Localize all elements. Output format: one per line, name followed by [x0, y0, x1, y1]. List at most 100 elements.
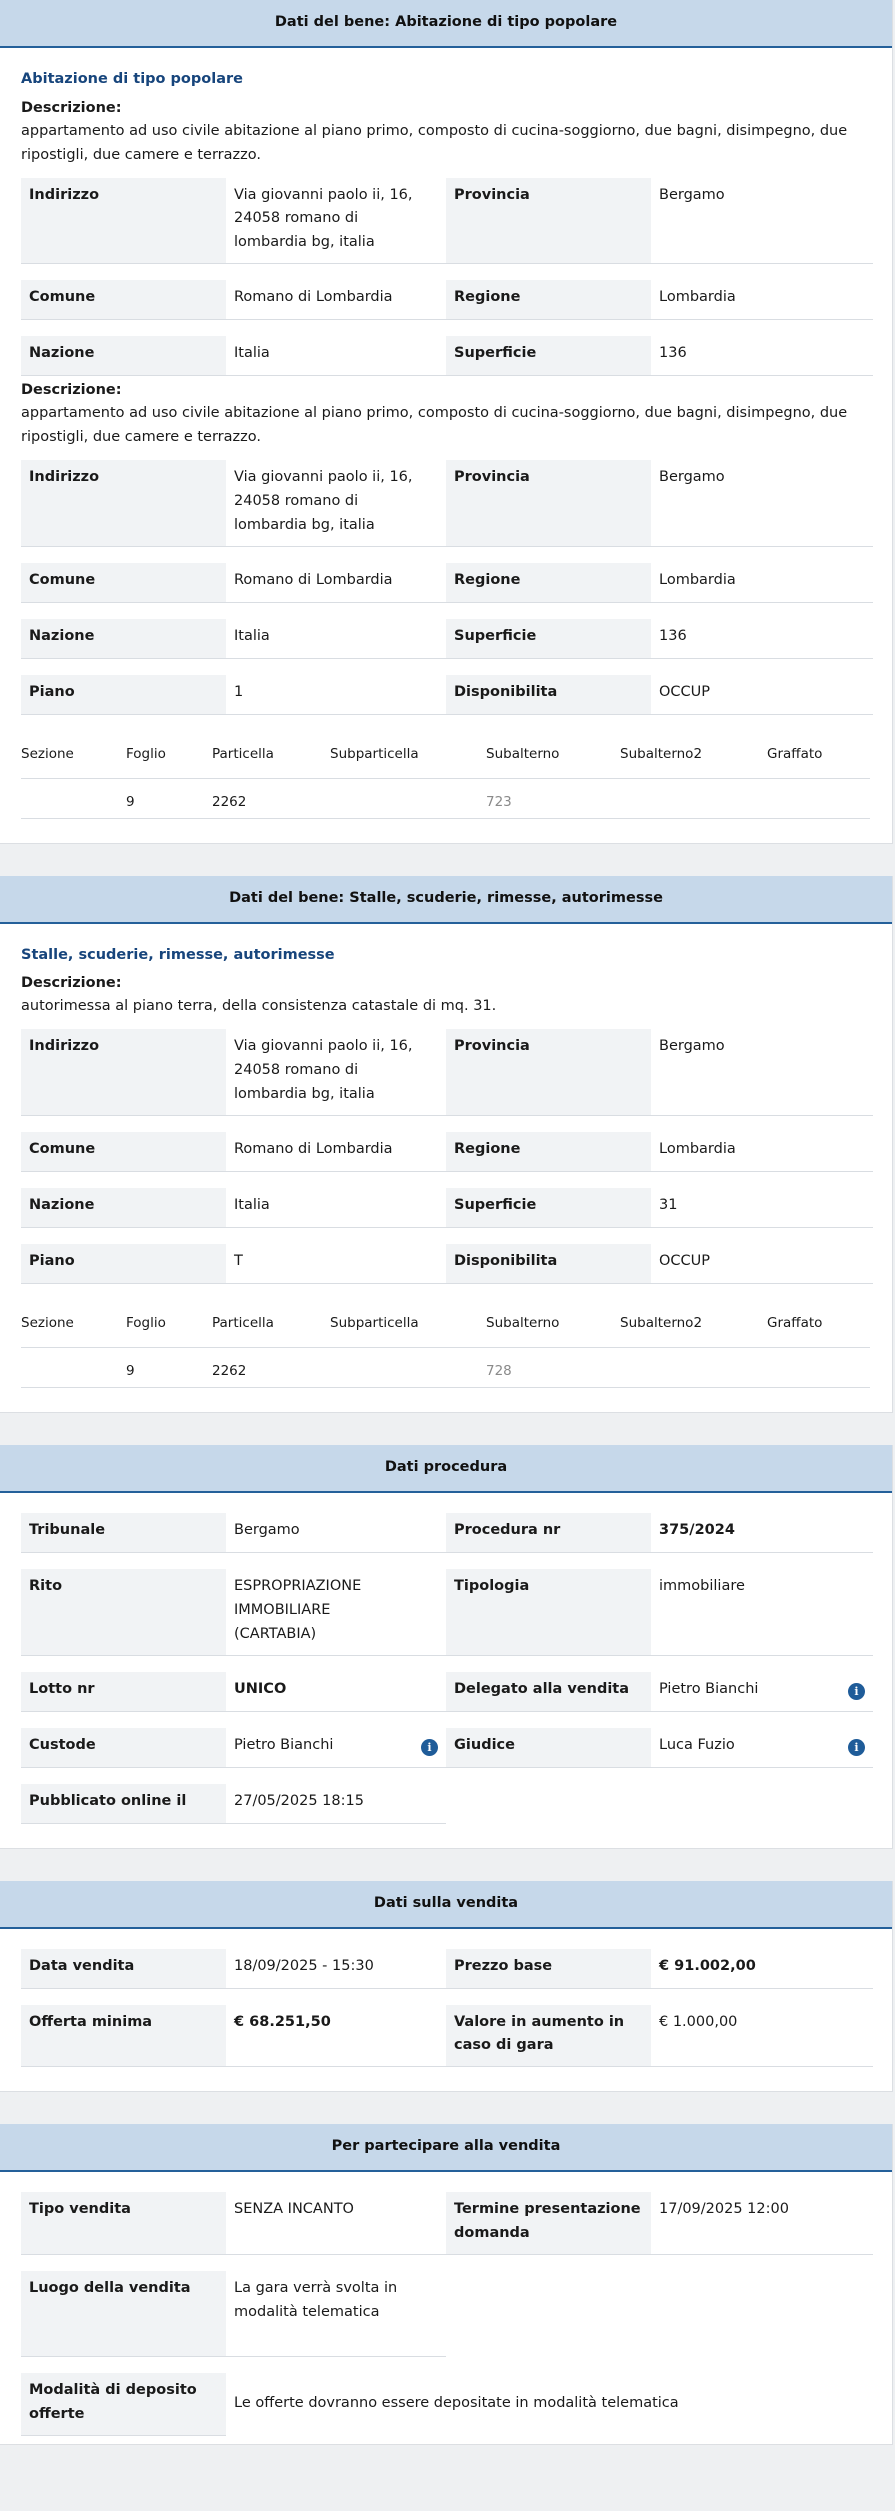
- custode-value: Pietro Bianchi: [234, 1736, 334, 1753]
- description-label: Descrizione:: [21, 975, 122, 992]
- cadastre-header: Foglio: [126, 1314, 166, 1331]
- vendita-grid: Data vendita 18/09/2025 - 15:30 Prezzo b…: [21, 1948, 873, 2068]
- field-label: Indirizzo: [21, 1029, 226, 1116]
- field-value: 1: [226, 674, 446, 715]
- tribunale-value: Bergamo: [226, 1512, 446, 1553]
- field-label: Provincia: [446, 459, 651, 547]
- field-value: Bergamo: [651, 1029, 873, 1116]
- details-grid: Indirizzo Via giovanni paolo ii, 16, 240…: [21, 459, 873, 715]
- luogo-label: Luogo della vendita: [21, 2271, 226, 2358]
- giudice-cell: Luca Fuzio i: [651, 1727, 873, 1768]
- cadastre-cell: [330, 1362, 486, 1383]
- field-value: Italia: [226, 618, 446, 659]
- giudice-value: Luca Fuzio: [659, 1736, 735, 1753]
- field-label: Nazione: [21, 1187, 226, 1228]
- description-label: Descrizione:: [21, 382, 122, 399]
- field-label: Disponibilita: [446, 1243, 651, 1284]
- cadastre-header: Subparticella: [330, 745, 419, 762]
- details-grid: Indirizzo Via giovanni paolo ii, 16, 240…: [21, 177, 873, 377]
- field-label: Piano: [21, 674, 226, 715]
- custode-label: Custode: [21, 1727, 226, 1768]
- description-text: appartamento ad uso civile abitazione al…: [21, 405, 848, 445]
- cadastre-header: Subalterno2: [620, 1314, 703, 1331]
- cadastre-header: Subalterno2: [620, 745, 703, 762]
- delegato-value: Pietro Bianchi: [659, 1680, 759, 1697]
- field-label: Nazione: [21, 336, 226, 377]
- field-value: Lombardia: [651, 1131, 873, 1172]
- deposito-value: Le offerte dovranno essere depositate in…: [226, 2373, 873, 2437]
- cadastre-cell: 728: [486, 1362, 512, 1379]
- cadastre-header: Sezione: [21, 745, 74, 762]
- field-label: Indirizzo: [21, 177, 226, 265]
- field-label: Superficie: [446, 1187, 651, 1228]
- field-value: 31: [651, 1187, 873, 1228]
- cadastre-cell: 2262: [212, 1362, 247, 1379]
- tipo-vendita-label: Tipo vendita: [21, 2192, 226, 2256]
- cadastre-cell: [767, 1362, 870, 1383]
- info-icon[interactable]: i: [421, 1738, 438, 1756]
- field-value: Italia: [226, 1187, 446, 1228]
- cadastre-header: Graffato: [767, 745, 823, 762]
- procedura-card: Dati procedura Tribunale Bergamo Procedu…: [0, 1444, 893, 1849]
- cadastre-cell: [620, 793, 767, 814]
- field-value: 136: [651, 618, 873, 659]
- cadastre-header: Subalterno: [486, 745, 560, 762]
- procedura-nr-value: 375/2024: [651, 1512, 873, 1553]
- field-value: OCCUP: [651, 1243, 873, 1284]
- bene-card-autorimessa: Dati del bene: Stalle, scuderie, rimesse…: [0, 875, 893, 1413]
- cadastre-cell: 9: [126, 793, 135, 810]
- tipologia-label: Tipologia: [446, 1568, 651, 1656]
- cadastre-header: Subalterno: [486, 1314, 560, 1331]
- field-value: Lombardia: [651, 280, 873, 321]
- field-label: Superficie: [446, 618, 651, 659]
- cadastre-data-row: 9 2262 723: [21, 779, 870, 819]
- cadastre-header-row: Sezione Foglio Particella Subparticella …: [21, 1314, 870, 1348]
- field-label: Piano: [21, 1243, 226, 1284]
- offerta-minima-label: Offerta minima: [21, 2004, 226, 2068]
- offerta-minima-value: € 68.251,50: [226, 2004, 446, 2068]
- cadastre-header-row: Sezione Foglio Particella Subparticella …: [21, 745, 870, 779]
- field-label: Provincia: [446, 1029, 651, 1116]
- info-icon[interactable]: i: [848, 1682, 865, 1700]
- field-label: Comune: [21, 280, 226, 321]
- field-label: Nazione: [21, 618, 226, 659]
- field-value: T: [226, 1243, 446, 1284]
- cadastre-cell: [21, 1362, 126, 1383]
- description-text: appartamento ad uso civile abitazione al…: [21, 122, 848, 163]
- prezzo-base-value: € 91.002,00: [651, 1948, 873, 1989]
- info-icon[interactable]: i: [848, 1738, 865, 1756]
- field-value: Romano di Lombardia: [226, 280, 446, 321]
- data-vendita-label: Data vendita: [21, 1948, 226, 1989]
- field-label: Indirizzo: [21, 459, 226, 547]
- cadastre-header: Sezione: [21, 1314, 74, 1331]
- cadastre-header: Particella: [212, 745, 274, 762]
- luogo-value: La gara verrà svolta in modalità telemat…: [226, 2271, 446, 2358]
- field-value: Via giovanni paolo ii, 16, 24058 romano …: [226, 177, 446, 265]
- valore-aumento-value: € 1.000,00: [651, 2004, 873, 2068]
- description-label: Descrizione:: [21, 99, 122, 116]
- cadastre-table: Sezione Foglio Particella Subparticella …: [21, 745, 870, 819]
- deposito-label: Modalità di deposito offerte: [21, 2373, 226, 2437]
- field-label: Regione: [446, 1131, 651, 1172]
- field-value: Romano di Lombardia: [226, 1131, 446, 1172]
- rito-value: ESPROPRIAZIONE IMMOBILIARE (CARTABIA): [226, 1568, 446, 1656]
- cadastre-header: Graffato: [767, 1314, 823, 1331]
- prezzo-base-label: Prezzo base: [446, 1948, 651, 1989]
- field-value: 136: [651, 336, 873, 377]
- partecipare-grid: Tipo vendita SENZA INCANTO Termine prese…: [21, 2192, 873, 2437]
- valore-aumento-label: Valore in aumento in caso di gara: [446, 2004, 651, 2068]
- field-label: Comune: [21, 1131, 226, 1172]
- cadastre-header: Particella: [212, 1314, 274, 1331]
- partecipare-card: Per partecipare alla vendita Tipo vendit…: [0, 2124, 893, 2446]
- field-label: Regione: [446, 280, 651, 321]
- description-text: autorimessa al piano terra, della consis…: [21, 998, 497, 1015]
- field-value: Romano di Lombardia: [226, 562, 446, 603]
- delegato-cell: Pietro Bianchi i: [651, 1671, 873, 1712]
- field-label: Comune: [21, 562, 226, 603]
- field-value: Via giovanni paolo ii, 16, 24058 romano …: [226, 1029, 446, 1116]
- card-header: Dati procedura: [0, 1444, 892, 1493]
- section-title: Stalle, scuderie, rimesse, autorimesse: [21, 946, 335, 963]
- giudice-label: Giudice: [446, 1727, 651, 1768]
- field-value: Italia: [226, 336, 446, 377]
- cadastre-cell: [767, 793, 870, 814]
